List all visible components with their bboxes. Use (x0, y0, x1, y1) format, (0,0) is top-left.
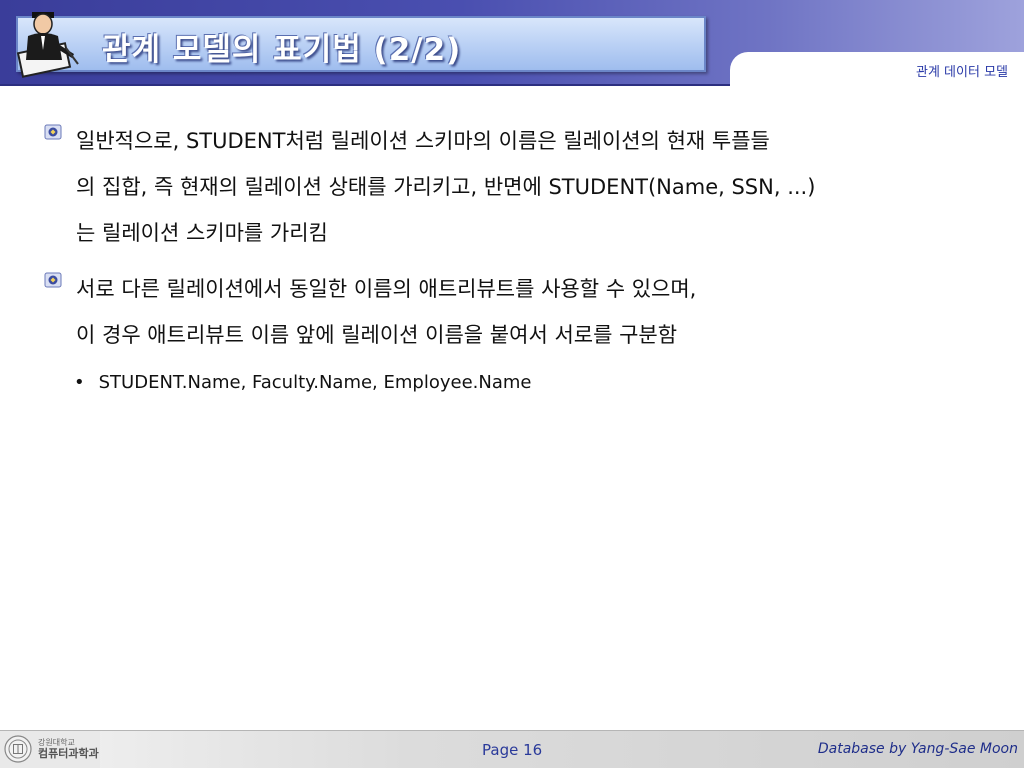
school-emblem-icon (44, 272, 62, 288)
bullet-item: 일반적으로, STUDENT처럼 릴레이션 스키마의 이름은 릴레이션의 현재 … (44, 118, 994, 258)
bullet-text: 서로 다른 릴레이션에서 동일한 이름의 애트리뷰트를 사용할 수 있으며, 이… (76, 266, 986, 358)
bullet-line: 는 릴레이션 스키마를 가리킴 (76, 221, 328, 245)
bullet-text: 일반적으로, STUDENT처럼 릴레이션 스키마의 이름은 릴레이션의 현재 … (76, 118, 986, 256)
school-emblem-icon (44, 124, 62, 140)
footer-department: 컴퓨터과학과 (38, 747, 99, 760)
bullet-line: 서로 다른 릴레이션에서 동일한 이름의 애트리뷰트를 사용할 수 있으며, (76, 277, 697, 301)
bullet-line: 의 집합, 즉 현재의 릴레이션 상태를 가리키고, 반면에 STUDENT(N… (76, 175, 816, 199)
bullet-line: 일반적으로, STUDENT처럼 릴레이션 스키마의 이름은 릴레이션의 현재 … (76, 129, 770, 153)
page-number: Page 16 (482, 741, 543, 759)
sub-bullet-item: • STUDENT.Name, Faculty.Name, Employee.Na… (74, 372, 531, 393)
footer-school-block: 강원대학교 컴퓨터과학과 (38, 737, 99, 759)
footer-credit: Database by Yang-Sae Moon (817, 741, 1018, 757)
sub-bullet-marker: • (74, 372, 85, 393)
bullet-item: 서로 다른 릴레이션에서 동일한 이름의 애트리뷰트를 사용할 수 있으며, 이… (44, 266, 994, 358)
page-title: 관계 모델의 표기법 (2/2) (102, 32, 462, 68)
professor-figure-icon (16, 12, 79, 78)
category-label: 관계 데이터 모델 (916, 65, 1008, 80)
sub-bullet-text: STUDENT.Name, Faculty.Name, Employee.Nam… (98, 372, 532, 393)
bullet-line: 이 경우 애트리뷰트 이름 앞에 릴레이션 이름을 붙여서 서로를 구분함 (76, 323, 678, 347)
university-seal-icon (4, 735, 32, 763)
